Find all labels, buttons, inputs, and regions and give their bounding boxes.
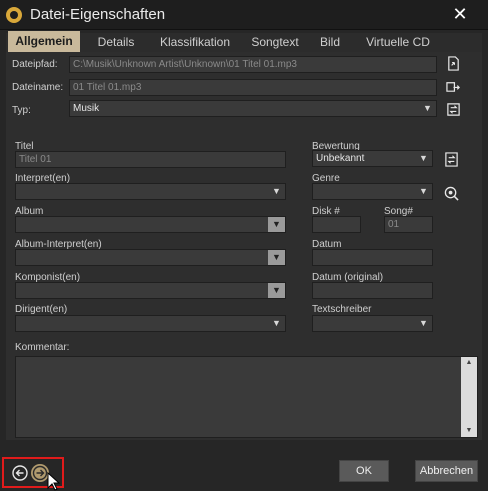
chevron-down-icon: ▼ xyxy=(419,186,428,196)
path-field[interactable]: C:\Musik\Unknown Artist\Unknown\01 Titel… xyxy=(69,56,437,73)
scroll-down-icon[interactable]: ▼ xyxy=(461,425,477,437)
title-field[interactable]: Titel 01 xyxy=(15,151,286,168)
rating-value: Unbekannt xyxy=(316,153,365,164)
mouse-cursor-icon xyxy=(47,472,61,491)
tab-bild[interactable]: Bild xyxy=(312,33,348,52)
genre-search-icon[interactable] xyxy=(444,186,459,201)
close-button[interactable]: ✕ xyxy=(448,3,472,25)
chevron-down-icon: ▼ xyxy=(268,283,285,298)
rating-edit-icon[interactable] xyxy=(444,152,459,167)
conductor-label: Dirigent(en) xyxy=(15,304,68,315)
lyricist-label: Textschreiber xyxy=(312,304,372,315)
rename-file-icon[interactable] xyxy=(446,79,461,94)
previous-file-button[interactable] xyxy=(12,465,28,481)
rating-select[interactable]: Unbekannt ▼ xyxy=(312,150,433,167)
chevron-down-icon: ▼ xyxy=(419,318,428,328)
window-title: Datei-Eigenschaften xyxy=(30,6,166,23)
genre-select[interactable]: ▼ xyxy=(312,183,433,200)
path-label: Dateipfad: xyxy=(12,59,58,70)
type-select[interactable]: Musik ▼ xyxy=(69,100,437,117)
open-file-location-icon[interactable] xyxy=(446,56,461,71)
date-original-field[interactable] xyxy=(312,282,433,299)
tab-allgemein[interactable]: Allgemein xyxy=(8,31,80,52)
chevron-down-icon: ▼ xyxy=(272,318,281,328)
conductor-select[interactable]: ▼ xyxy=(15,315,286,332)
filename-field[interactable]: 01 Titel 01.mp3 xyxy=(69,79,437,96)
app-logo-icon xyxy=(6,7,22,23)
chevron-down-icon: ▼ xyxy=(268,217,285,232)
lyricist-select[interactable]: ▼ xyxy=(312,315,433,332)
album-select[interactable]: ▼ xyxy=(15,216,286,233)
scroll-up-icon[interactable]: ▲ xyxy=(461,357,477,369)
convert-type-icon[interactable] xyxy=(446,102,461,117)
type-value: Musik xyxy=(73,103,100,114)
ok-button[interactable]: OK xyxy=(339,460,389,482)
title-bar: Datei-Eigenschaften ✕ xyxy=(0,0,488,30)
chevron-down-icon: ▼ xyxy=(423,103,432,113)
song-field[interactable]: 01 xyxy=(384,216,433,233)
tab-details[interactable]: Details xyxy=(88,33,144,52)
tab-virtuelle-cd[interactable]: Virtuelle CD xyxy=(356,33,440,52)
album-artist-select[interactable]: ▼ xyxy=(15,249,286,266)
comment-textarea[interactable]: ▲ ▼ xyxy=(15,356,478,438)
comment-scrollbar[interactable]: ▲ ▼ xyxy=(461,357,477,437)
comment-label: Kommentar: xyxy=(15,342,70,353)
general-panel: Dateipfad: C:\Musik\Unknown Artist\Unkno… xyxy=(6,52,482,440)
chevron-down-icon: ▼ xyxy=(419,153,428,163)
disk-field[interactable] xyxy=(312,216,361,233)
cancel-button[interactable]: Abbrechen xyxy=(415,460,478,482)
dialog-footer: OK Abbrechen xyxy=(0,452,488,491)
artist-select[interactable]: ▼ xyxy=(15,183,286,200)
filename-label: Dateiname: xyxy=(12,82,64,93)
date-field[interactable] xyxy=(312,249,433,266)
composer-select[interactable]: ▼ xyxy=(15,282,286,299)
type-label: Typ: xyxy=(12,105,31,116)
chevron-down-icon: ▼ xyxy=(268,250,285,265)
tab-klassifikation[interactable]: Klassifikation xyxy=(152,33,238,52)
tab-songtext[interactable]: Songtext xyxy=(246,33,304,52)
tab-bar: Allgemein Details Klassifikation Songtex… xyxy=(6,31,482,52)
chevron-down-icon: ▼ xyxy=(272,186,281,196)
